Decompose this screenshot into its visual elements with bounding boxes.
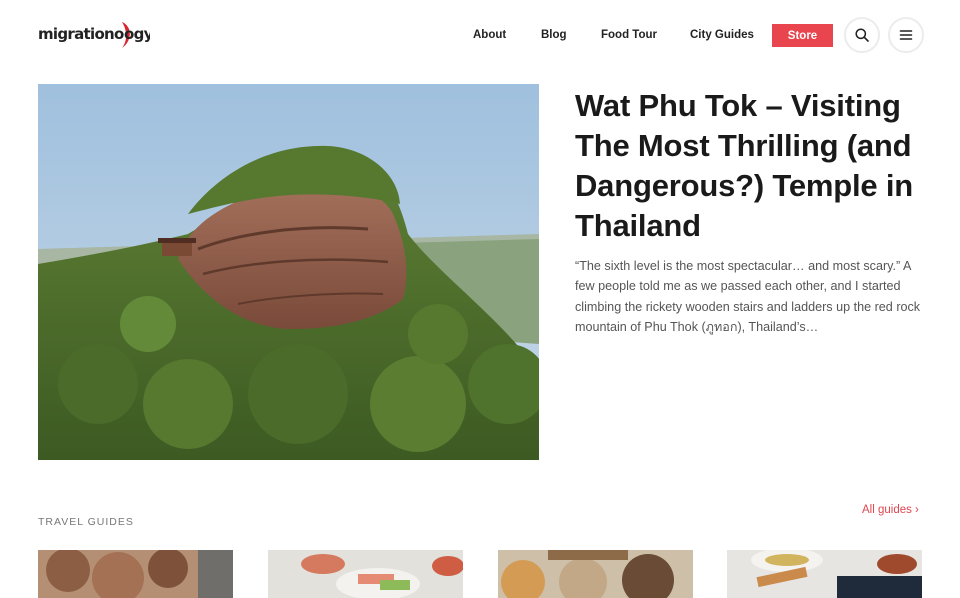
nav-food-tour[interactable]: Food Tour xyxy=(601,29,657,41)
search-button[interactable] xyxy=(844,17,880,53)
site-logo[interactable]: migrationo ogy xyxy=(38,18,150,50)
guide-card[interactable] xyxy=(38,550,233,598)
hero-image[interactable] xyxy=(38,84,539,460)
svg-text:ogy: ogy xyxy=(124,25,150,43)
search-icon xyxy=(855,28,869,42)
svg-text:migrationo: migrationo xyxy=(38,25,124,43)
guide-card[interactable] xyxy=(268,550,463,598)
menu-button[interactable] xyxy=(888,17,924,53)
nav-city-guides[interactable]: City Guides xyxy=(690,29,754,41)
travel-guides-label: TRAVEL GUIDES xyxy=(38,516,134,528)
hero-excerpt: “The sixth level is the most spectacular… xyxy=(575,259,921,335)
store-button[interactable]: Store xyxy=(772,24,833,47)
guide-card[interactable] xyxy=(498,550,693,598)
nav-about[interactable]: About xyxy=(473,29,506,41)
logo-wordmark: migrationo ogy xyxy=(38,22,150,48)
all-guides-link[interactable]: All guides › xyxy=(862,504,919,516)
site-header: migrationo ogy About Blog Food Tour City… xyxy=(0,0,960,70)
nav-blog[interactable]: Blog xyxy=(541,29,567,41)
hamburger-menu-icon xyxy=(899,30,913,40)
hero-title[interactable]: Wat Phu Tok – Visiting The Most Thrillin… xyxy=(575,86,935,246)
guide-card[interactable] xyxy=(727,550,922,598)
